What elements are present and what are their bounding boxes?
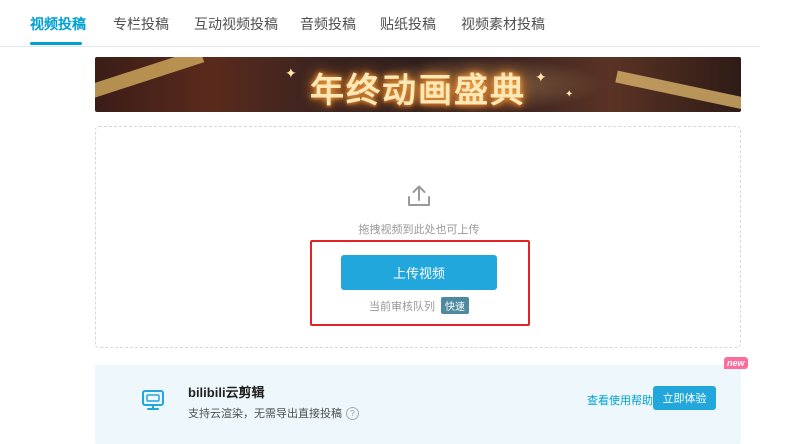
tab-audio[interactable]: 音频投稿 [300,14,356,34]
upload-drop-zone[interactable]: 拖拽视频到此处也可上传 上传视频 当前审核队列 快速 [95,126,741,348]
cloud-editor-description-text: 支持云渲染，无需导出直接投稿 [188,408,342,420]
tab-video-material[interactable]: 视频素材投稿 [461,14,545,34]
new-badge: new [724,357,748,369]
tab-article[interactable]: 专栏投稿 [113,14,169,34]
cloud-editor-description: 支持云渲染，无需导出直接投稿? [188,405,359,421]
event-banner[interactable]: ✦ ✦ ✦ 年终动画盛典 [95,57,741,112]
cloud-editor-title: bilibili云剪辑 [188,385,265,400]
upload-icon [96,184,742,213]
review-queue-row: 当前审核队列 快速 [96,297,742,314]
try-now-button[interactable]: 立即体验 [653,386,716,410]
tab-video[interactable]: 视频投稿 [30,14,86,34]
cloud-editor-card: bilibili云剪辑 支持云渲染，无需导出直接投稿? 查看使用帮助 立即体验 [95,365,741,444]
usage-help-link[interactable]: 查看使用帮助 [587,392,653,408]
question-mark-icon[interactable]: ? [346,406,359,420]
banner-title: 年终动画盛典 [310,71,526,111]
upload-video-button[interactable]: 上传视频 [341,255,497,290]
upload-type-tabs: 视频投稿 专栏投稿 互动视频投稿 音频投稿 贴纸投稿 视频素材投稿 [0,0,800,46]
review-queue-label: 当前审核队列 [369,301,435,313]
active-tab-indicator [30,42,82,45]
queue-status-badge: 快速 [441,297,469,314]
tabs-divider [0,46,760,47]
drag-hint-text: 拖拽视频到此处也可上传 [358,224,480,236]
tab-interactive-video[interactable]: 互动视频投稿 [194,14,278,34]
tab-sticker[interactable]: 贴纸投稿 [380,14,436,34]
monitor-icon [141,389,165,416]
